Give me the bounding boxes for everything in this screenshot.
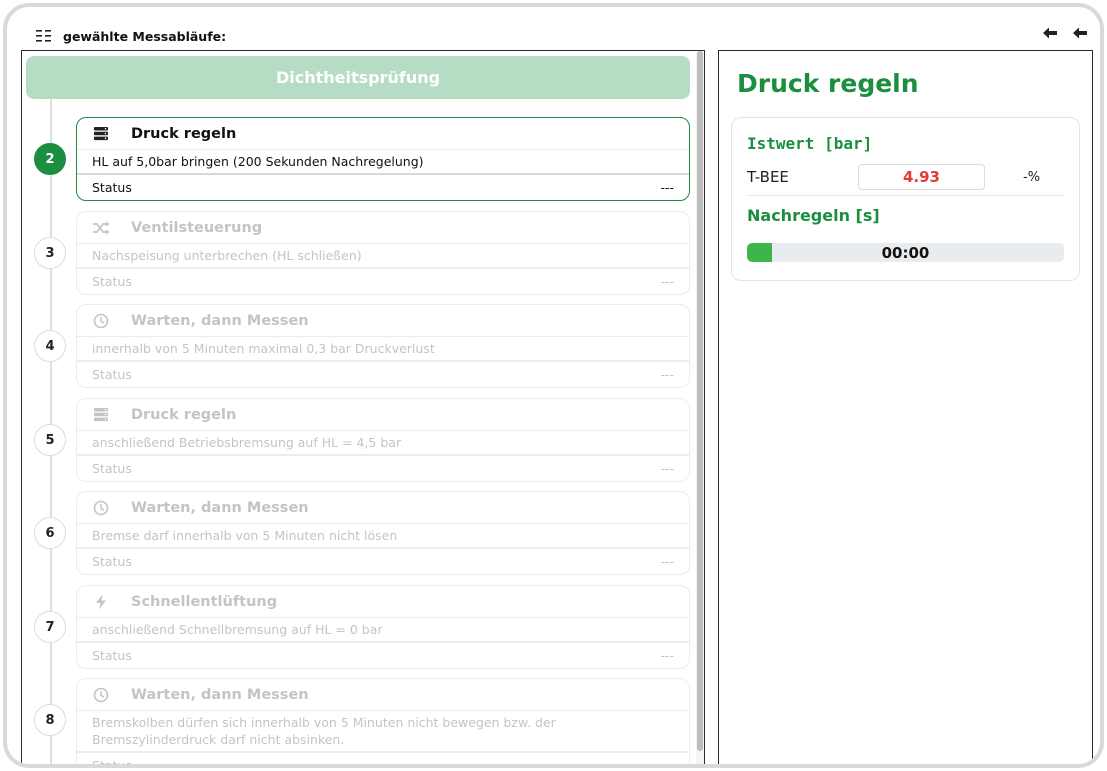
step-description: anschließend Betriebsbremsung auf HL = 4…	[92, 435, 402, 450]
step-description: Bremse darf innerhalb von 5 Minuten nich…	[92, 528, 398, 543]
list-icon	[35, 27, 53, 45]
step-status-label: Status	[92, 461, 132, 476]
step-status-label: Status	[92, 554, 132, 569]
step-number-badge: 8	[34, 704, 66, 736]
step-title: Schnellentlüftung	[131, 593, 278, 610]
arrow-left-icon[interactable]	[1040, 23, 1060, 43]
step-description-area: Bremse darf innerhalb von 5 Minuten nich…	[77, 524, 689, 549]
arrow-left-icon[interactable]	[1070, 23, 1090, 43]
sequence-panel: Dichtheitsprüfung Druck regeln HL auf 5,0…	[21, 50, 705, 768]
step-description-area: anschließend Schnellbremsung auf HL = 0 …	[77, 618, 689, 643]
step-number-badge: 5	[34, 424, 66, 456]
step-description: innerhalb von 5 Minuten maximal 0,3 bar …	[92, 341, 435, 356]
step-description: Bremskolben dürfen sich innerhalb von 5 …	[92, 715, 556, 747]
header-title: gewählte Messabläufe:	[63, 28, 227, 44]
step-card[interactable]: Schnellentlüftung anschließend Schnellbre…	[76, 585, 690, 669]
detail-panel: Druck regeln Istwert [bar] T-BEE 4.93 -%…	[718, 50, 1093, 764]
step-title: Ventilsteuerung	[131, 219, 263, 236]
sequence-banner[interactable]: Dichtheitsprüfung	[26, 56, 690, 99]
detail-title: Druck regeln	[737, 69, 919, 98]
step-title: Druck regeln	[131, 406, 237, 423]
app-window: gewählte Messabläufe: Dichtheitsprüfung …	[3, 3, 1104, 768]
step-card[interactable]: Druck regeln HL auf 5,0bar bringen (200 S…	[76, 117, 690, 201]
step-status-value: ---	[660, 367, 674, 382]
header-actions	[1040, 23, 1090, 43]
step-description: anschließend Schnellbremsung auf HL = 0 …	[92, 622, 383, 637]
clock-icon	[91, 499, 111, 517]
server-icon	[91, 125, 111, 143]
step-status-value: ---	[660, 648, 674, 663]
step-description-area: anschließend Betriebsbremsung auf HL = 4…	[77, 431, 689, 456]
step-header: Warten, dann Messen	[77, 492, 689, 524]
step-card[interactable]: Warten, dann Messen innerhalb von 5 Minut…	[76, 304, 690, 388]
step-status-value: ---	[660, 461, 674, 476]
step-status-label: Status	[92, 180, 132, 195]
clock-icon	[91, 312, 111, 330]
server-icon	[91, 406, 111, 424]
scrollbar-track[interactable]	[696, 51, 704, 764]
step-card[interactable]: Warten, dann Messen Bremskolben dürfen si…	[76, 678, 690, 768]
step-status-value: ---	[660, 554, 674, 569]
step-title: Warten, dann Messen	[131, 499, 309, 516]
step-card[interactable]: Warten, dann Messen Bremse darf innerhalb…	[76, 491, 690, 575]
clock-icon	[91, 686, 111, 704]
step-number-badge: 6	[34, 517, 66, 549]
detail-card: Istwert [bar] T-BEE 4.93 -% Nachregeln […	[731, 117, 1080, 281]
step-number-badge: 7	[34, 611, 66, 643]
step-description: Nachspeisung unterbrechen (HL schließen)	[92, 248, 362, 263]
step-header: Ventilsteuerung	[77, 212, 689, 244]
step-status-value: ---	[660, 274, 674, 289]
step-header: Schnellentlüftung	[77, 586, 689, 618]
step-description-area: Bremskolben dürfen sich innerhalb von 5 …	[77, 711, 689, 753]
step-status-row: Status ---	[77, 753, 689, 768]
step-description: HL auf 5,0bar bringen (200 Sekunden Nach…	[92, 154, 424, 169]
step-status-value: ---	[660, 758, 674, 768]
step-description-area: Nachspeisung unterbrechen (HL schließen)	[77, 244, 689, 269]
step-status-label: Status	[92, 648, 132, 663]
step-status-row: Status ---	[77, 269, 689, 294]
scrollbar-thumb[interactable]	[697, 51, 703, 751]
step-title: Druck regeln	[131, 125, 237, 142]
step-status-value: ---	[660, 180, 674, 195]
step-status-row: Status ---	[77, 549, 689, 574]
step-header: Druck regeln	[77, 118, 689, 150]
step-status-row: Status ---	[77, 643, 689, 668]
step-header: Warten, dann Messen	[77, 679, 689, 711]
bolt-icon	[91, 593, 111, 611]
step-description-area: innerhalb von 5 Minuten maximal 0,3 bar …	[77, 337, 689, 362]
step-description-area: HL auf 5,0bar bringen (200 Sekunden Nach…	[77, 150, 689, 175]
sensor-value: 4.93	[858, 164, 985, 190]
step-status-row: Status ---	[77, 175, 689, 200]
timer-text: 00:00	[881, 243, 930, 262]
step-header: Druck regeln	[77, 399, 689, 431]
step-card[interactable]: Ventilsteuerung Nachspeisung unterbrechen…	[76, 211, 690, 295]
header: gewählte Messabläufe:	[35, 23, 226, 49]
istwert-title: Istwert [bar]	[747, 134, 873, 153]
sensor-row: T-BEE 4.93 -%	[747, 162, 1064, 196]
step-header: Warten, dann Messen	[77, 305, 689, 337]
step-number-badge: 4	[34, 330, 66, 362]
step-status-row: Status ---	[77, 362, 689, 387]
step-number-badge: 2	[34, 143, 66, 175]
step-title: Warten, dann Messen	[131, 312, 309, 329]
step-status-label: Status	[92, 758, 132, 768]
nachregeln-title: Nachregeln [s]	[747, 206, 880, 225]
step-status-row: Status ---	[77, 456, 689, 481]
step-status-label: Status	[92, 274, 132, 289]
sensor-label: T-BEE	[747, 168, 789, 186]
timer-progress-bar: 00:00	[747, 243, 1064, 262]
step-status-label: Status	[92, 367, 132, 382]
step-number-badge: 3	[34, 237, 66, 269]
shuffle-icon	[91, 219, 111, 237]
step-card[interactable]: Druck regeln anschließend Betriebsbremsun…	[76, 398, 690, 482]
step-title: Warten, dann Messen	[131, 686, 309, 703]
sensor-unit: -%	[1023, 170, 1041, 185]
